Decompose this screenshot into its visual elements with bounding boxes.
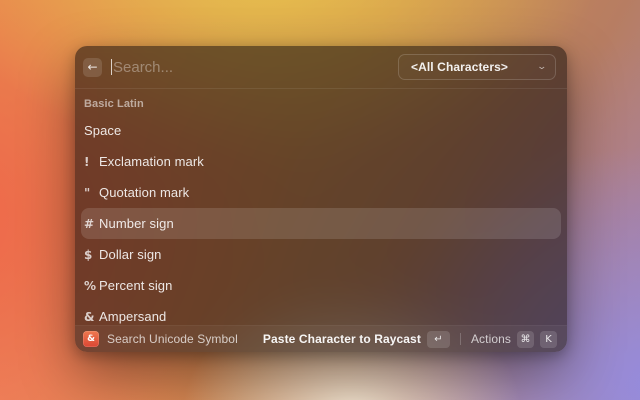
character-glyph: $ [84, 249, 99, 261]
extension-icon: & [83, 331, 99, 347]
character-glyph: % [84, 280, 99, 292]
character-glyph: " [84, 187, 99, 199]
list-item-number-sign[interactable]: # Number sign [81, 208, 561, 239]
list-item-ampersand[interactable]: & Ampersand [81, 301, 561, 325]
back-arrow-icon: ← [87, 61, 97, 73]
list-item-title: Space [84, 123, 121, 138]
raycast-window: ← <All Characters> ⌄ Basic Latin Space !… [75, 46, 567, 352]
enter-key-icon: ↵ [427, 331, 450, 348]
list-item-exclamation-mark[interactable]: ! Exclamation mark [81, 146, 561, 177]
extension-title: Search Unicode Symbol [107, 332, 255, 346]
list-item-quotation-mark[interactable]: " Quotation mark [81, 177, 561, 208]
list-item-title: Quotation mark [99, 185, 189, 200]
search-input[interactable] [112, 59, 389, 76]
primary-action-label: Paste Character to Raycast [263, 332, 421, 346]
back-button[interactable]: ← [83, 58, 102, 77]
dropdown-value: <All Characters> [411, 60, 508, 74]
k-key-icon: K [540, 331, 557, 348]
search-header: ← <All Characters> ⌄ [75, 46, 567, 88]
list-item-title: Ampersand [99, 309, 166, 324]
actions-menu-button[interactable]: Actions ⌘ K [471, 331, 557, 348]
character-glyph: # [84, 218, 99, 230]
ampersand-icon: & [87, 335, 95, 344]
chevron-down-icon: ⌄ [537, 62, 548, 72]
character-set-dropdown[interactable]: <All Characters> ⌄ [398, 54, 556, 80]
primary-action-button[interactable]: Paste Character to Raycast ↵ [263, 331, 450, 348]
list-item-space[interactable]: Space [81, 115, 561, 146]
list-item-title: Number sign [99, 216, 174, 231]
list-item-percent-sign[interactable]: % Percent sign [81, 270, 561, 301]
list-item-title: Percent sign [99, 278, 172, 293]
character-glyph: & [84, 311, 99, 323]
results-list: Basic Latin Space ! Exclamation mark " Q… [75, 89, 567, 325]
search-field[interactable] [111, 59, 389, 76]
section-header: Basic Latin [81, 93, 561, 115]
list-item-title: Dollar sign [99, 247, 162, 262]
command-key-icon: ⌘ [517, 331, 534, 348]
character-glyph: ! [84, 156, 99, 168]
action-bar: & Search Unicode Symbol Paste Character … [75, 326, 567, 352]
actions-label: Actions [471, 332, 511, 346]
list-item-dollar-sign[interactable]: $ Dollar sign [81, 239, 561, 270]
list-item-title: Exclamation mark [99, 154, 204, 169]
footer-separator [460, 333, 461, 345]
